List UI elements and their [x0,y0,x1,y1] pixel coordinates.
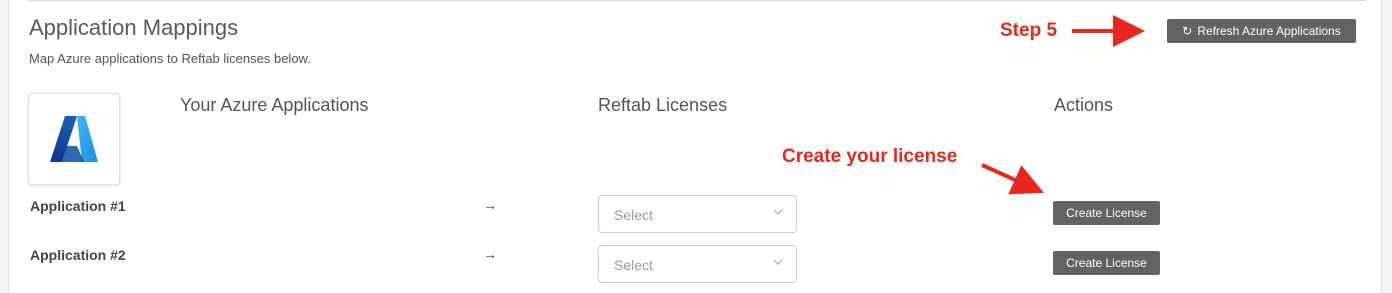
azure-logo-card [28,93,120,185]
column-header-azure-applications: Your Azure Applications [180,95,369,115]
select-placeholder: Select [614,207,653,223]
page-title: Application Mappings [29,15,239,40]
create-license-annotation: Create your license [782,146,958,167]
refresh-button-label: Refresh Azure Applications [1197,24,1341,38]
arrow-right-icon: → [483,197,497,213]
license-select[interactable]: Select [598,245,797,283]
application-name: Application #2 [30,247,126,263]
create-license-button[interactable]: Create License [1053,201,1160,225]
chevron-down-icon [773,259,783,265]
refresh-icon: ↻ [1182,24,1193,38]
step5-annotation: Step 5 [1000,20,1058,41]
column-header-reftab-licenses: Reftab Licenses [598,95,728,115]
azure-logo-icon [50,116,98,162]
select-placeholder: Select [614,257,653,273]
refresh-azure-applications-button[interactable]: ↻ Refresh Azure Applications [1167,19,1356,43]
top-divider [28,0,1365,1]
application-name: Application #1 [30,198,126,214]
create-license-button[interactable]: Create License [1053,251,1160,275]
page-subtitle: Map Azure applications to Reftab license… [29,51,311,66]
license-select[interactable]: Select [598,195,797,233]
arrow-right-icon: → [483,246,497,262]
chevron-down-icon [773,209,783,215]
column-header-actions: Actions [1054,95,1114,115]
